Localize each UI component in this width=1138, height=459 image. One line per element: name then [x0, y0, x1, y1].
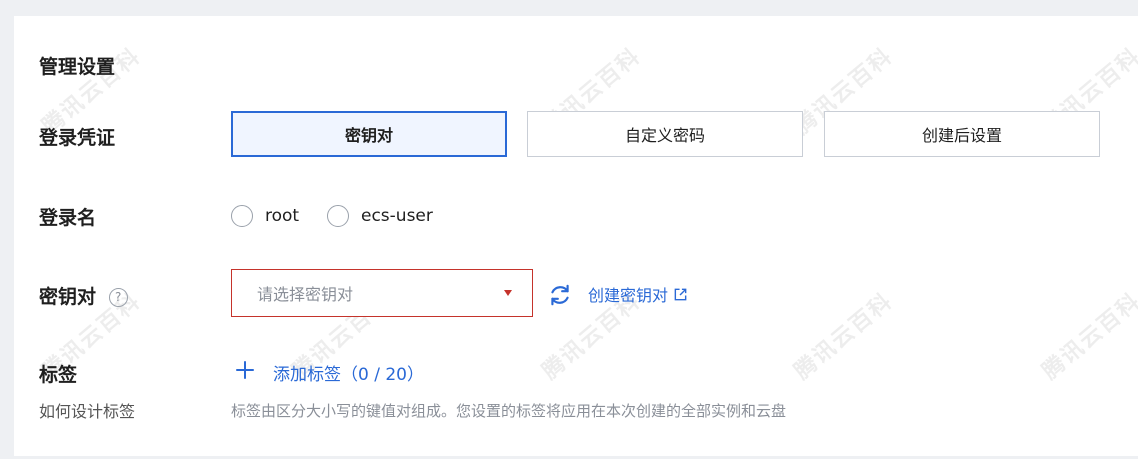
key-pair-select[interactable]: 请选择密钥对	[231, 269, 533, 317]
tags-label: 标签	[39, 364, 78, 386]
radio-button[interactable]	[231, 205, 253, 227]
refresh-icon[interactable]	[547, 282, 573, 308]
management-settings-panel: 腾讯云百科 腾讯云百科 腾讯云百科 腾讯云百科 腾讯云百科 腾讯云百科 腾讯云百…	[14, 16, 1138, 456]
login-name-option-root[interactable]: root	[231, 201, 299, 231]
key-pair-label: 密钥对	[39, 286, 97, 308]
credential-option-keypair[interactable]: 密钥对	[231, 111, 507, 157]
credential-option-set-after-create[interactable]: 创建后设置	[824, 111, 1100, 157]
create-key-pair-link-text: 创建密钥对	[588, 286, 669, 305]
plus-icon[interactable]	[235, 360, 255, 380]
section-title: 管理设置	[39, 56, 116, 78]
login-name-label: 登录名	[39, 207, 97, 229]
tags-hint-text: 标签由区分大小写的键值对组成。您设置的标签将应用在本次创建的全部实例和云盘	[231, 402, 787, 420]
caret-down-icon	[504, 290, 512, 296]
credential-option-custom-password[interactable]: 自定义密码	[527, 111, 803, 157]
tag-design-guide-link[interactable]: 如何设计标签	[39, 398, 135, 422]
watermark: 腾讯云百科	[789, 288, 898, 385]
key-pair-label-row: 密钥对 ?	[39, 282, 128, 309]
add-tag-button[interactable]: 添加标签（0 / 20）	[273, 360, 424, 385]
key-pair-select-placeholder: 请选择密钥对	[257, 285, 354, 304]
external-link-icon	[674, 288, 687, 300]
radio-button[interactable]	[327, 205, 349, 227]
radio-label: ecs-user	[361, 206, 433, 226]
question-circle-icon[interactable]: ?	[108, 287, 128, 307]
create-key-pair-link[interactable]: 创建密钥对	[588, 282, 688, 306]
login-credential-label: 登录凭证	[39, 127, 116, 149]
radio-label: root	[265, 206, 300, 226]
watermark: 腾讯云百科	[1037, 288, 1138, 385]
login-name-option-ecs-user[interactable]: ecs-user	[327, 201, 433, 231]
